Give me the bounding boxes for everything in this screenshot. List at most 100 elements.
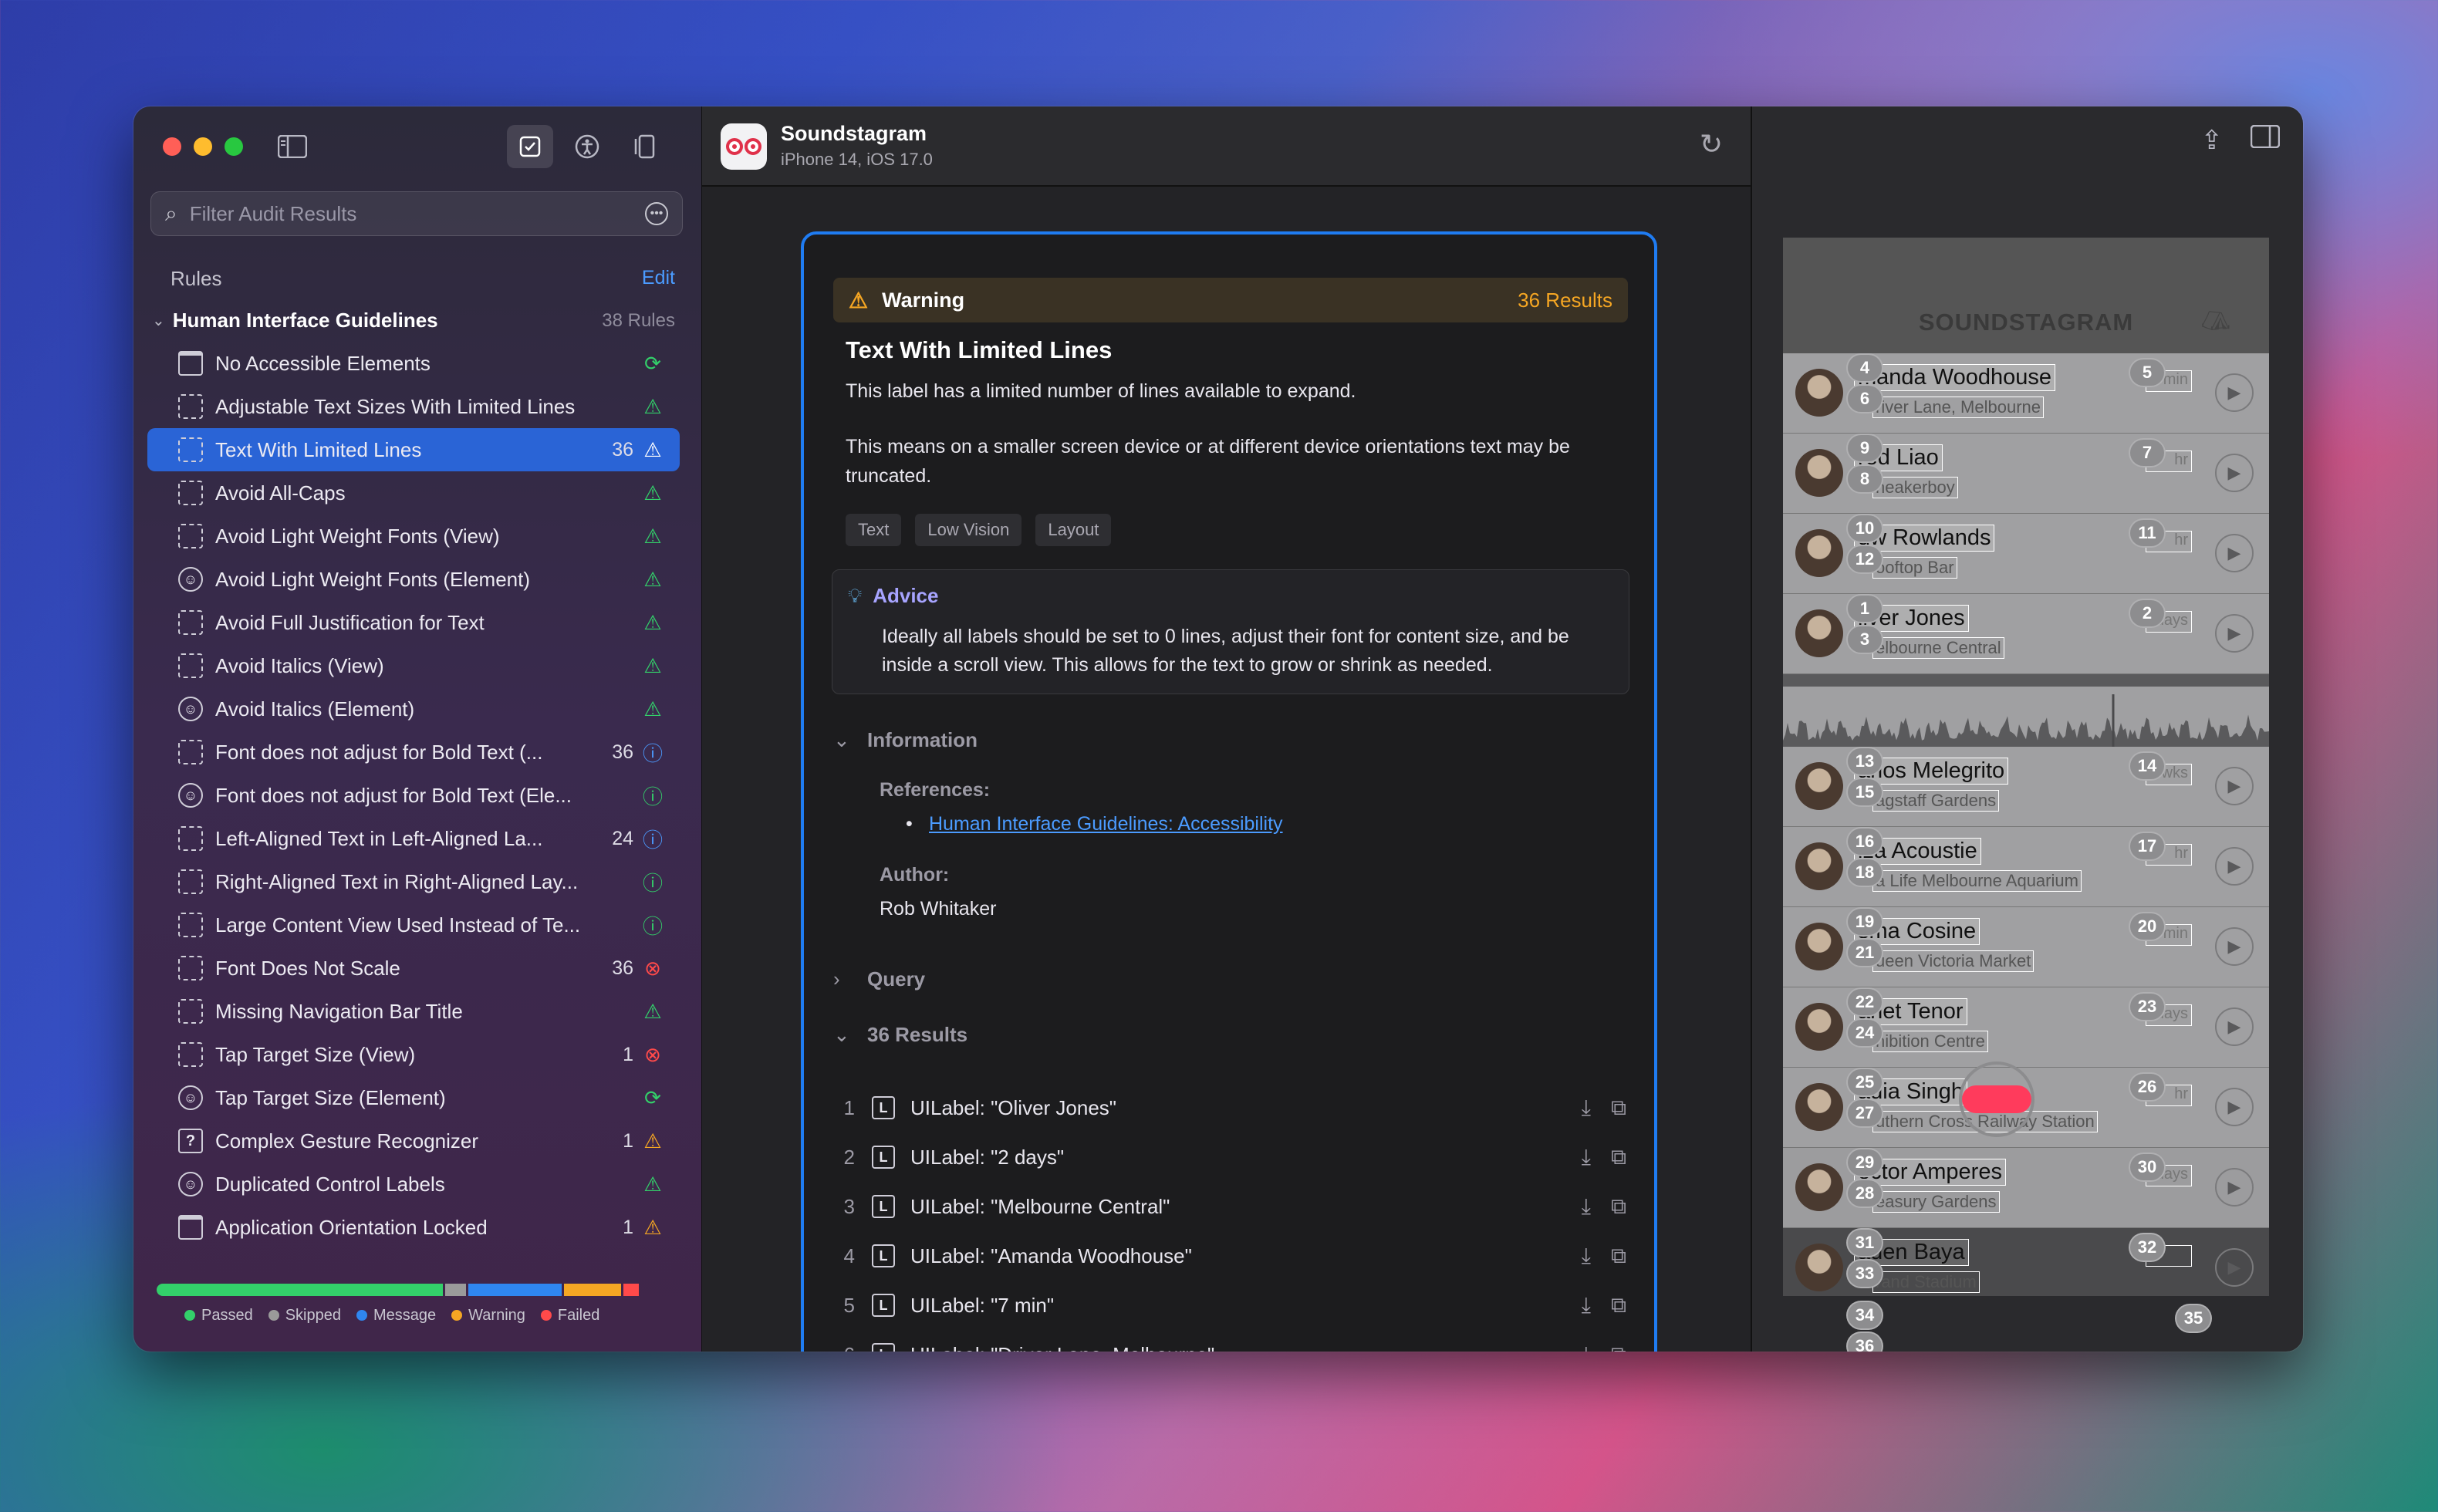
rule-item-label: Font does not adjust for Bold Text (Ele.… bbox=[215, 783, 572, 807]
element-number-badge: 9 bbox=[1848, 435, 1882, 461]
highlight-element-icon[interactable]: ⧉ bbox=[1611, 1293, 1626, 1318]
summary-segment-skipped bbox=[444, 1284, 466, 1296]
status-passed-icon: ⚠ bbox=[643, 610, 662, 634]
rule-item[interactable]: Font Does Not Scale 36 ⊗ bbox=[147, 947, 680, 990]
rule-item[interactable]: Text With Limited Lines 36 ⚠ bbox=[147, 428, 680, 471]
download-icon[interactable]: ⤓ bbox=[1582, 1342, 1591, 1352]
element-number-badge: 14 bbox=[2130, 753, 2164, 779]
window-icon bbox=[178, 1215, 203, 1240]
share-icon[interactable]: ⇪ bbox=[2201, 125, 2224, 156]
rule-item[interactable]: ☺ Duplicated Control Labels ⚠ bbox=[147, 1163, 680, 1206]
highlight-element-icon[interactable]: ⧉ bbox=[1611, 1095, 1626, 1121]
rule-item[interactable]: ☺ Font does not adjust for Bold Text (Ele… bbox=[147, 774, 680, 817]
rule-item[interactable]: Avoid Light Weight Fonts (View) ⚠ bbox=[147, 515, 680, 558]
element-number-badge: 24 bbox=[1848, 1020, 1882, 1046]
close-button[interactable] bbox=[163, 137, 181, 156]
sidebar-toggle-icon[interactable] bbox=[275, 130, 309, 164]
rule-group-header[interactable]: ⌄ Human Interface Guidelines 38 Rules bbox=[152, 309, 675, 332]
inspector-toggle-icon[interactable] bbox=[2250, 124, 2281, 156]
element-number-badge: 18 bbox=[1848, 859, 1882, 886]
feed-row: manda Woodhouse river Lane, Melbourne min ▶… bbox=[1783, 353, 2269, 434]
rule-item-count: 36 bbox=[612, 438, 633, 461]
result-row[interactable]: 3 L UILabel: "Melbourne Central" ⤓ ⧉ bbox=[832, 1182, 1626, 1231]
rule-item[interactable]: Missing Navigation Bar Title ⚠ bbox=[147, 990, 680, 1033]
result-row[interactable]: 5 L UILabel: "7 min" ⤓ ⧉ bbox=[832, 1281, 1626, 1330]
download-icon[interactable]: ⤓ bbox=[1582, 1095, 1591, 1121]
legend-item: Skipped bbox=[268, 1307, 341, 1325]
rule-item-label: Missing Navigation Bar Title bbox=[215, 999, 463, 1023]
rules-heading: Rules bbox=[171, 267, 222, 290]
label-element-icon: L bbox=[872, 1343, 895, 1352]
search-placeholder: Filter Audit Results bbox=[189, 201, 357, 225]
rule-item-count: 1 bbox=[623, 1216, 633, 1238]
question-box-icon: ? bbox=[178, 1129, 203, 1153]
result-row[interactable]: 6 L UILabel: "Driver Lane, Melbourne" ⤓ ⧉ bbox=[832, 1330, 1626, 1352]
record-button[interactable] bbox=[1959, 1061, 2034, 1137]
highlight-element-icon[interactable]: ⧉ bbox=[1611, 1194, 1626, 1220]
rule-item[interactable]: ☺ Avoid Light Weight Fonts (Element) ⚠ bbox=[147, 558, 680, 601]
avatar bbox=[1795, 1003, 1843, 1051]
rule-item[interactable]: Avoid Italics (View) ⚠ bbox=[147, 644, 680, 687]
highlight-element-icon[interactable]: ⧉ bbox=[1611, 1244, 1626, 1269]
highlight-element-icon[interactable]: ⧉ bbox=[1611, 1145, 1626, 1170]
element-number-badge: 35 bbox=[2176, 1305, 2210, 1331]
status-passed-icon: ⚠ bbox=[643, 567, 662, 591]
rule-item[interactable]: No Accessible Elements ⟳ bbox=[147, 342, 680, 385]
rule-item[interactable]: Avoid Full Justification for Text ⚠ bbox=[147, 601, 680, 644]
rule-item-label: Font Does Not Scale bbox=[215, 956, 400, 980]
edit-rules-button[interactable]: Edit bbox=[642, 267, 675, 289]
element-number-badge: 22 bbox=[1848, 989, 1882, 1015]
result-row[interactable]: 4 L UILabel: "Amanda Woodhouse" ⤓ ⧉ bbox=[832, 1231, 1626, 1281]
app-icon bbox=[721, 123, 767, 170]
result-text: UILabel: "2 days" bbox=[910, 1145, 1065, 1169]
window-icon bbox=[178, 351, 203, 376]
avatar bbox=[1795, 1163, 1843, 1211]
status-message-icon: ⓘ bbox=[642, 741, 663, 765]
device-screenshot: SOUNDSTAGRAM ⛺︎ manda Woodhouse river Lan… bbox=[1783, 238, 2269, 1296]
chevron-down-icon[interactable]: ⌄ bbox=[152, 311, 165, 330]
filter-options-icon[interactable]: ••• bbox=[645, 202, 668, 225]
download-icon[interactable]: ⤓ bbox=[1582, 1194, 1591, 1220]
feed-row: anet Tenor hibition Centre days ▶ 22 24 23 bbox=[1783, 987, 2269, 1068]
rule-item[interactable]: Font does not adjust for Bold Text (... 3… bbox=[147, 731, 680, 774]
download-icon[interactable]: ⤓ bbox=[1582, 1293, 1591, 1318]
rule-item[interactable]: ☺ Avoid Italics (Element) ⚠ bbox=[147, 687, 680, 731]
minimize-button[interactable] bbox=[194, 137, 212, 156]
detail-toolbar: Soundstagram iPhone 14, iOS 17.0 ↻ bbox=[702, 106, 1751, 187]
rule-item[interactable]: Avoid All-Caps ⚠ bbox=[147, 471, 680, 515]
rule-item[interactable]: Adjustable Text Sizes With Limited Lines… bbox=[147, 385, 680, 428]
label-element-icon: L bbox=[872, 1146, 895, 1169]
filter-search-field[interactable]: ⌕ Filter Audit Results ••• bbox=[150, 191, 683, 236]
inspector-tab-icon[interactable] bbox=[627, 130, 661, 164]
download-icon[interactable]: ⤓ bbox=[1582, 1244, 1591, 1269]
rule-item[interactable]: ? Complex Gesture Recognizer 1 ⚠ bbox=[147, 1119, 680, 1163]
rule-item[interactable]: Left-Aligned Text in Left-Aligned La... 2… bbox=[147, 817, 680, 860]
dashed-box-icon bbox=[178, 913, 203, 937]
rule-item-label: Large Content View Used Instead of Te... bbox=[215, 913, 581, 937]
refresh-icon[interactable]: ↻ bbox=[1700, 128, 1723, 160]
avatar bbox=[1795, 369, 1843, 417]
play-icon: ▶ bbox=[2215, 767, 2254, 805]
rule-item[interactable]: Application Orientation Locked 1 ⚠ bbox=[147, 1206, 680, 1249]
play-icon: ▶ bbox=[2215, 454, 2254, 492]
result-row[interactable]: 2 L UILabel: "2 days" ⤓ ⧉ bbox=[832, 1132, 1626, 1182]
status-passed-icon: ⚠ bbox=[643, 394, 662, 418]
highlight-element-icon[interactable]: ⧉ bbox=[1611, 1342, 1626, 1352]
app-logo-text: SOUNDSTAGRAM bbox=[1918, 309, 2134, 336]
element-number-badge: 8 bbox=[1848, 466, 1882, 492]
zoom-button[interactable] bbox=[225, 137, 243, 156]
rule-item[interactable]: Right-Aligned Text in Right-Aligned Lay.… bbox=[147, 860, 680, 903]
rule-item[interactable]: ☺ Tap Target Size (Element) ⟳ bbox=[147, 1076, 680, 1119]
result-row[interactable]: 1 L UILabel: "Oliver Jones" ⤓ ⧉ bbox=[832, 1083, 1626, 1132]
feed-place: agstaff Gardens bbox=[1872, 790, 2000, 812]
accessibility-tab-icon[interactable] bbox=[570, 130, 604, 164]
audit-checklist-icon[interactable] bbox=[507, 125, 553, 168]
download-icon[interactable]: ⤓ bbox=[1582, 1145, 1591, 1170]
rule-item[interactable]: Large Content View Used Instead of Te...… bbox=[147, 903, 680, 947]
feed-row: iza Acoustie a Life Melbourne Aquarium hr ▶… bbox=[1783, 827, 2269, 907]
result-index: 5 bbox=[843, 1293, 855, 1317]
summary-segment-passed bbox=[157, 1284, 443, 1296]
rule-item[interactable]: Tap Target Size (View) 1 ⊗ bbox=[147, 1033, 680, 1076]
summary-segment-failed bbox=[623, 1284, 640, 1296]
legend-item: Message bbox=[356, 1307, 436, 1325]
